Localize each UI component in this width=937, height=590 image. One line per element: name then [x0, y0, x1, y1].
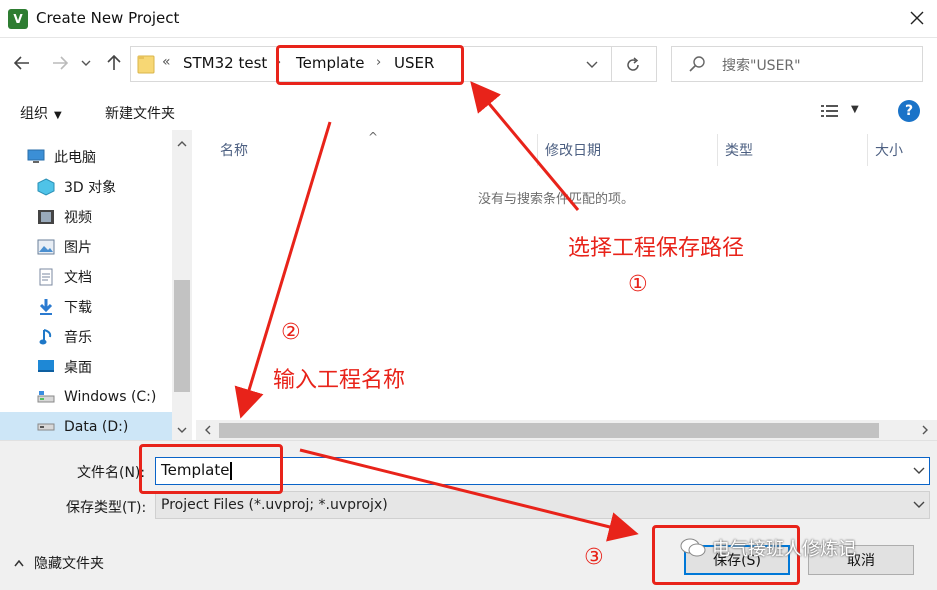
arrow-step3 [299, 448, 639, 542]
watermark: 电气接班人修炼记 [680, 535, 856, 561]
annotation-step1-text: 选择工程保存路径 [568, 236, 745, 261]
annotation-step2-text: 输入工程名称 [273, 368, 406, 393]
annotation-arrows [234, 81, 639, 542]
annotation-step1-number: ① [628, 272, 648, 297]
annotation-box-name [139, 444, 283, 494]
arrow-step1 [470, 81, 580, 211]
wechat-logo-icon [680, 538, 706, 557]
annotation-step2-number: ② [281, 320, 301, 345]
annotation-box-path [276, 45, 464, 85]
watermark-text: 电气接班人修炼记 [712, 539, 856, 560]
annotation-step3-number: ③ [584, 545, 604, 570]
